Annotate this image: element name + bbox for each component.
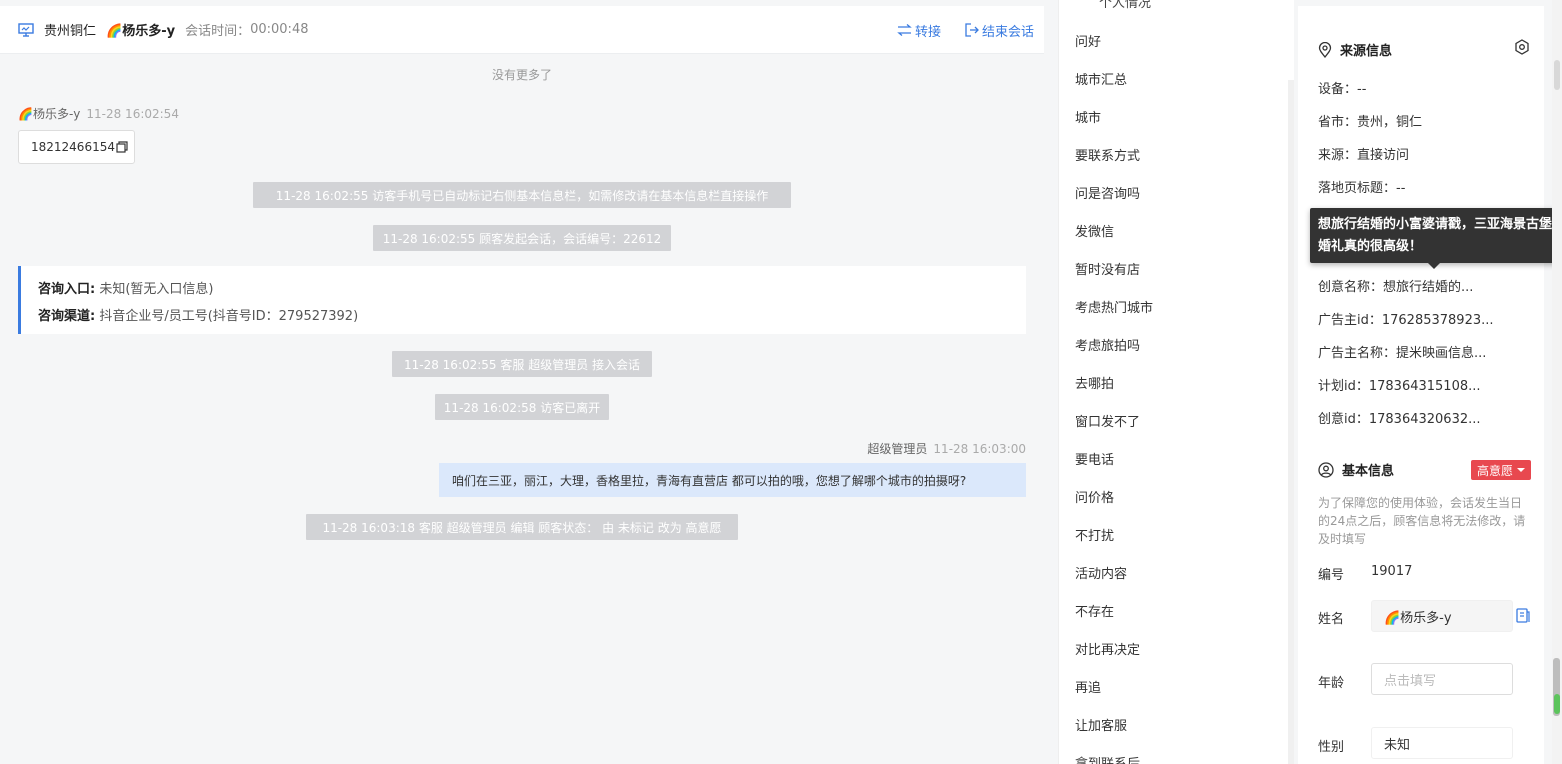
quick-reply-panel: 个人情况 问好城市汇总城市要联系方式问是咨询吗发微信暂时没有店考虑热门城市 考虑旅… — [1058, 0, 1294, 764]
quick-reply-item[interactable]: 城市 — [1075, 107, 1101, 126]
age-input[interactable]: 点击填写 — [1371, 663, 1513, 695]
visitor-phone-bubble: 18212466154 — [18, 130, 135, 164]
quick-reply-item[interactable]: 城市汇总 — [1075, 69, 1127, 88]
transfer-icon — [897, 24, 912, 36]
visitor-message-name: 🌈杨乐多-y — [18, 107, 81, 121]
quick-reply-item[interactable]: 窗口发不了 — [1075, 411, 1140, 430]
system-message: 11-28 16:02:55 访客手机号已自动标记右侧基本信息栏，如需修改请在基… — [253, 182, 791, 208]
age-label: 年龄 — [1318, 676, 1345, 691]
session-time-value: 00:00:48 — [250, 22, 309, 37]
consult-entry-label: 咨询入口: — [38, 282, 96, 297]
ad-creative-tooltip: 想旅行结婚的小富婆请戳，三亚海景古堡婚礼真的很高级！ — [1310, 208, 1560, 269]
intent-status-label: 高意愿 — [1476, 463, 1513, 478]
visitor-message-time: 11-28 16:02:54 — [86, 107, 179, 121]
gender-select-value: 未知 — [1384, 737, 1411, 753]
agent-message-bubble: 咱们在三亚，丽江，大理，香格里拉，青海有直营店 都可以拍的哦，您想了解哪个城市的… — [439, 463, 1026, 497]
header-actions: 转接 结束会话 — [873, 6, 1034, 54]
name-field[interactable]: 🌈杨乐多-y — [1371, 600, 1513, 632]
visitor-message-meta: 🌈杨乐多-y 11-28 16:02:54 — [18, 105, 179, 122]
age-input-placeholder: 点击填写 — [1384, 673, 1437, 689]
source-info-row: 省市：贵州，铜仁 — [1318, 115, 1423, 130]
name-label: 姓名 — [1318, 612, 1345, 627]
quick-reply-item[interactable]: 问是咨询吗 — [1075, 183, 1140, 202]
consult-entry-value: 未知(暂无入口信息) — [99, 282, 214, 297]
quick-reply-item[interactable]: 要联系方式 — [1075, 145, 1140, 164]
transfer-label: 转接 — [914, 24, 941, 40]
source-info-row: 落地页标题：-- — [1318, 181, 1406, 196]
source-info-row: 计划id：178364315108... — [1318, 379, 1481, 394]
quick-reply-item[interactable]: 考虑热门城市 — [1075, 297, 1153, 316]
quick-reply-item[interactable]: 活动内容 — [1075, 563, 1127, 582]
quick-reply-group-header[interactable]: 个人情况 — [1099, 0, 1151, 11]
source-info-row: 广告主id：176285378923... — [1318, 313, 1494, 328]
quick-reply-item[interactable]: 暂时没有店 — [1075, 259, 1140, 278]
agent-message-time: 11-28 16:03:00 — [933, 442, 1026, 456]
visitor-name: 🌈杨乐多-y — [106, 24, 176, 39]
consult-info-card: 咨询入口: 未知(暂无入口信息) 咨询渠道: 抖音企业号/员工号(抖音号ID：2… — [18, 266, 1026, 334]
system-message: 11-28 16:02:55 客服 超级管理员 接入会话 — [392, 351, 652, 377]
basic-info-title: 基本信息 — [1318, 460, 1394, 479]
app-root: 贵州铜仁 🌈杨乐多-y 会话时间： 00:00:48 转接 结束会话 没有更多了… — [0, 0, 1562, 764]
user-circle-icon — [1318, 461, 1334, 478]
quick-reply-item[interactable]: 拿到联系后 — [1075, 753, 1140, 764]
info-panel-scrollbar[interactable] — [1552, 0, 1562, 764]
quick-reply-item[interactable]: 发微信 — [1075, 221, 1114, 240]
source-info-row: 来源：直接访问 — [1318, 148, 1410, 163]
quick-reply-item[interactable]: 不打扰 — [1075, 525, 1114, 544]
consult-channel-row: 咨询渠道: 抖音企业号/员工号(抖音号ID：279527392) — [38, 303, 1009, 330]
system-message: 11-28 16:03:18 客服 超级管理员 编辑 顾客状态： 由 未标记 改… — [306, 514, 738, 540]
source-info-title: 来源信息 — [1318, 40, 1392, 59]
consult-entry-row: 咨询入口: 未知(暂无入口信息) — [38, 276, 1009, 303]
caret-down-icon — [1517, 468, 1525, 472]
quick-reply-item[interactable]: 去哪拍 — [1075, 373, 1114, 392]
source-info-row: 创意id：178364320632... — [1318, 412, 1481, 427]
source-info-row: 广告主名称：提米映画信息... — [1318, 346, 1487, 361]
scrollbar-track-marker — [1554, 60, 1560, 90]
source-info-row: 设备：-- — [1318, 82, 1367, 97]
visitor-phone-number: 18212466154 — [31, 140, 115, 154]
quick-reply-item[interactable]: 考虑旅拍吗 — [1075, 335, 1140, 354]
consult-channel-label: 咨询渠道: — [38, 309, 96, 324]
basic-info-label: 基本信息 — [1342, 464, 1395, 479]
copy-icon[interactable] — [116, 141, 128, 153]
session-time-label: 会话时间： — [185, 24, 251, 39]
system-message: 11-28 16:02:55 顾客发起会话，会话编号：22612 — [373, 225, 671, 251]
chat-header: 贵州铜仁 🌈杨乐多-y 会话时间： 00:00:48 转接 结束会话 — [0, 6, 1044, 54]
quick-reply-item[interactable]: 再追 — [1075, 677, 1101, 696]
settings-icon[interactable] — [1514, 39, 1530, 55]
quick-reply-item[interactable]: 问价格 — [1075, 487, 1114, 506]
agent-message-name: 超级管理员 — [867, 442, 928, 456]
id-label: 编号 — [1318, 568, 1345, 583]
end-session-button[interactable]: 结束会话 — [965, 21, 1034, 40]
intent-status-dropdown[interactable]: 高意愿 — [1471, 460, 1531, 480]
transfer-button[interactable]: 转接 — [897, 21, 941, 40]
quick-reply-item[interactable]: 对比再决定 — [1075, 639, 1140, 658]
source-info-row: 创意名称：想旅行结婚的... — [1318, 280, 1474, 295]
name-field-value: 🌈杨乐多-y — [1384, 610, 1452, 626]
copy-name-icon[interactable] — [1516, 608, 1530, 623]
quick-reply-item[interactable]: 问好 — [1075, 31, 1101, 50]
quick-reply-item[interactable]: 要电话 — [1075, 449, 1114, 468]
exit-icon — [965, 23, 979, 37]
agent-message-meta: 超级管理员 11-28 16:03:00 — [867, 440, 1026, 457]
scrollbar-indicator — [1554, 694, 1560, 714]
quick-reply-item[interactable]: 不存在 — [1075, 601, 1114, 620]
gender-select[interactable]: 未知 — [1371, 727, 1513, 759]
no-more-messages[interactable]: 没有更多了 — [0, 66, 1044, 83]
chat-panel: 贵州铜仁 🌈杨乐多-y 会话时间： 00:00:48 转接 结束会话 没有更多了… — [0, 0, 1044, 764]
source-info-label: 来源信息 — [1340, 44, 1393, 59]
info-panel: 来源信息 设备：--省市：贵州，铜仁来源：直接访问落地页标题：--落地页地址：-… — [1298, 6, 1544, 764]
visitor-location: 贵州铜仁 — [44, 24, 97, 39]
consult-channel-value: 抖音企业号/员工号(抖音号ID：279527392) — [99, 309, 359, 324]
monitor-icon — [18, 22, 34, 37]
basic-info-note: 为了保障您的使用体验，会话发生当日的24点之后，顾客信息将无法修改，请及时填写 — [1318, 496, 1526, 546]
end-session-label: 结束会话 — [981, 24, 1034, 40]
system-message: 11-28 16:02:58 访客已离开 — [435, 394, 609, 420]
gender-label: 性别 — [1318, 740, 1345, 755]
quick-reply-item[interactable]: 让加客服 — [1075, 715, 1127, 734]
quick-reply-scrollbar[interactable] — [1288, 80, 1294, 764]
location-pin-icon — [1318, 41, 1332, 58]
id-value: 19017 — [1371, 564, 1413, 579]
